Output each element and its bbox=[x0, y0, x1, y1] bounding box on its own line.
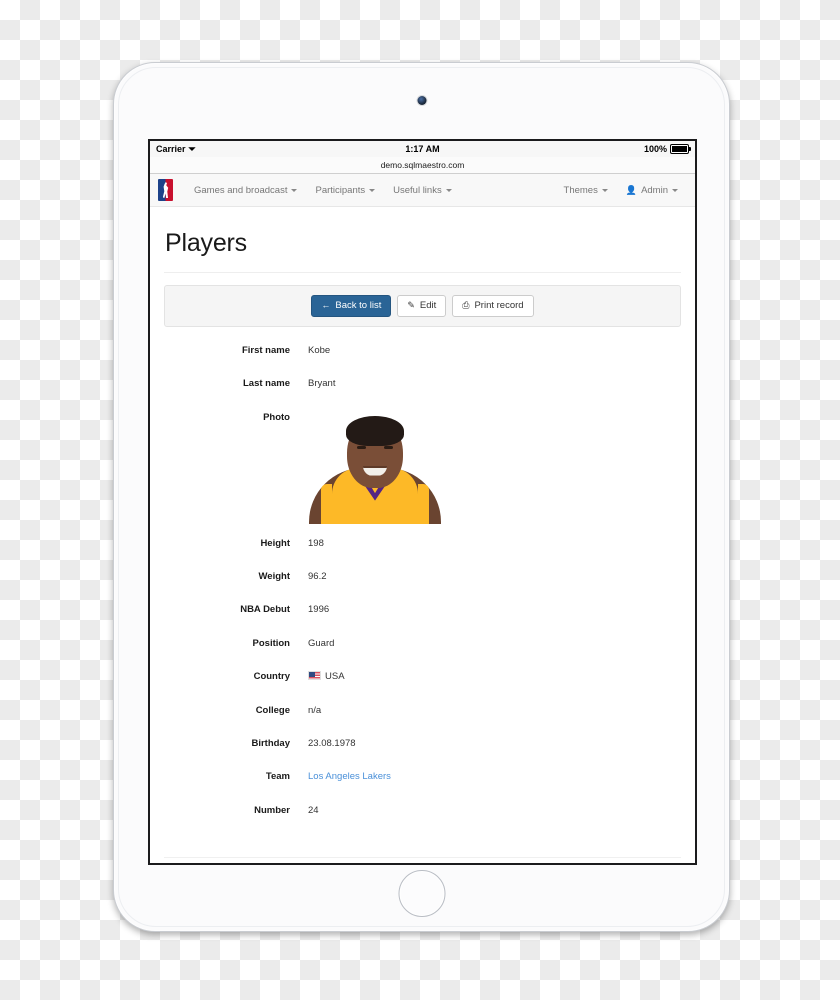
record-toolbar: ← Back to list ✎ Edit ⎙ Print record bbox=[164, 285, 681, 327]
nav-item-label: Participants bbox=[315, 184, 366, 196]
field-row-last-name: Last name Bryant bbox=[164, 378, 681, 389]
battery-percent-label: 100% bbox=[643, 144, 667, 154]
field-label: Birthday bbox=[251, 738, 290, 749]
nav-item-label: Themes bbox=[563, 184, 598, 196]
nav-item-themes[interactable]: Themes bbox=[555, 185, 617, 196]
field-row-position: Position Guard bbox=[164, 638, 681, 649]
field-value-position: Guard bbox=[308, 637, 335, 649]
field-value-weight: 96.2 bbox=[308, 571, 327, 583]
nav-item-participants[interactable]: Participants bbox=[306, 185, 384, 196]
print-record-label: Print record bbox=[474, 300, 524, 311]
field-value-birthday: 23.08.1978 bbox=[308, 738, 356, 749]
field-label: Weight bbox=[258, 571, 291, 583]
tablet-device-frame: Carrier ⏷ 1:17 AM 100% demo.sqlmaestro.c… bbox=[113, 62, 730, 932]
field-label: Height bbox=[260, 537, 290, 549]
ios-status-bar: Carrier ⏷ 1:17 AM 100% bbox=[150, 141, 695, 157]
field-label: Last name bbox=[243, 378, 290, 390]
navbar-right-group: Themes 👤 Admin bbox=[555, 185, 687, 196]
chevron-down-icon bbox=[672, 188, 678, 192]
battery-full-icon bbox=[670, 144, 691, 154]
field-row-birthday: Birthday 23.08.1978 bbox=[164, 738, 681, 749]
url-text: demo.sqlmaestro.com bbox=[380, 160, 465, 170]
print-record-button[interactable]: ⎙ Print record bbox=[452, 295, 534, 317]
page-content: Players ← Back to list ✎ Edit ⎙ Print re… bbox=[150, 207, 695, 863]
chevron-down-icon bbox=[369, 188, 376, 192]
field-value-number: 24 bbox=[308, 804, 319, 816]
field-row-number: Number 24 bbox=[164, 805, 681, 816]
user-icon: 👤 bbox=[625, 184, 638, 195]
nav-item-useful-links[interactable]: Useful links bbox=[384, 185, 461, 196]
device-screen: Carrier ⏷ 1:17 AM 100% demo.sqlmaestro.c… bbox=[148, 139, 697, 865]
status-bar-right: 100% bbox=[643, 144, 691, 154]
field-value-country-wrap: USA bbox=[308, 671, 345, 682]
chevron-down-icon bbox=[445, 188, 452, 192]
field-label: Country bbox=[253, 671, 290, 683]
nba-logo-icon[interactable] bbox=[158, 179, 173, 201]
home-button[interactable] bbox=[398, 870, 445, 917]
browser-url-bar[interactable]: demo.sqlmaestro.com bbox=[150, 157, 695, 174]
field-row-country: Country USA bbox=[164, 671, 681, 682]
arrow-left-icon: ← bbox=[321, 300, 331, 311]
usa-flag-icon bbox=[308, 671, 321, 681]
status-bar-clock: 1:17 AM bbox=[405, 144, 440, 154]
field-row-first-name: First name Kobe bbox=[164, 345, 681, 356]
field-label: College bbox=[255, 704, 290, 716]
field-label: Number bbox=[254, 804, 290, 816]
back-to-list-label: Back to list bbox=[335, 300, 382, 311]
field-row-weight: Weight 96.2 bbox=[164, 571, 681, 582]
player-headshot-photo bbox=[308, 411, 442, 524]
chevron-down-icon bbox=[601, 188, 608, 192]
field-value-team-link[interactable]: Los Angeles Lakers bbox=[308, 771, 391, 782]
field-label: First name bbox=[241, 344, 290, 356]
nav-item-games-and-broadcast[interactable]: Games and broadcast bbox=[185, 185, 306, 196]
title-divider bbox=[164, 272, 681, 273]
back-to-list-button[interactable]: ← Back to list bbox=[311, 295, 392, 317]
field-label: Position bbox=[252, 637, 290, 649]
page-title: Players bbox=[165, 229, 247, 257]
field-value-height: 198 bbox=[308, 537, 324, 549]
site-navbar: Games and broadcast Participants Useful … bbox=[150, 174, 695, 207]
field-value-nba-debut: 1996 bbox=[308, 604, 330, 616]
printer-icon: ⎙ bbox=[462, 300, 470, 311]
field-row-nba-debut: NBA Debut 1996 bbox=[164, 604, 681, 615]
field-value-country: USA bbox=[325, 671, 345, 683]
pencil-icon: ✎ bbox=[407, 300, 415, 311]
field-label: NBA Debut bbox=[240, 604, 290, 616]
field-row-photo: Photo bbox=[164, 411, 681, 524]
field-label: Photo bbox=[263, 411, 290, 423]
field-row-college: College n/a bbox=[164, 705, 681, 716]
chevron-down-icon bbox=[291, 188, 298, 192]
field-value-last-name: Bryant bbox=[308, 378, 336, 390]
field-value-college: n/a bbox=[308, 704, 322, 716]
edit-label: Edit bbox=[419, 300, 437, 311]
nav-item-label: Admin bbox=[641, 184, 668, 196]
nav-item-label: Games and broadcast bbox=[194, 184, 288, 196]
edit-button[interactable]: ✎ Edit bbox=[397, 295, 447, 317]
field-row-height: Height 198 bbox=[164, 538, 681, 549]
field-label: Team bbox=[265, 771, 290, 783]
field-value-first-name: Kobe bbox=[308, 344, 331, 356]
page-bottom-divider bbox=[164, 857, 681, 858]
nav-item-admin[interactable]: 👤 Admin bbox=[617, 185, 687, 196]
field-row-team: Team Los Angeles Lakers bbox=[164, 771, 681, 782]
nav-item-label: Useful links bbox=[393, 184, 442, 196]
front-camera bbox=[417, 96, 426, 105]
